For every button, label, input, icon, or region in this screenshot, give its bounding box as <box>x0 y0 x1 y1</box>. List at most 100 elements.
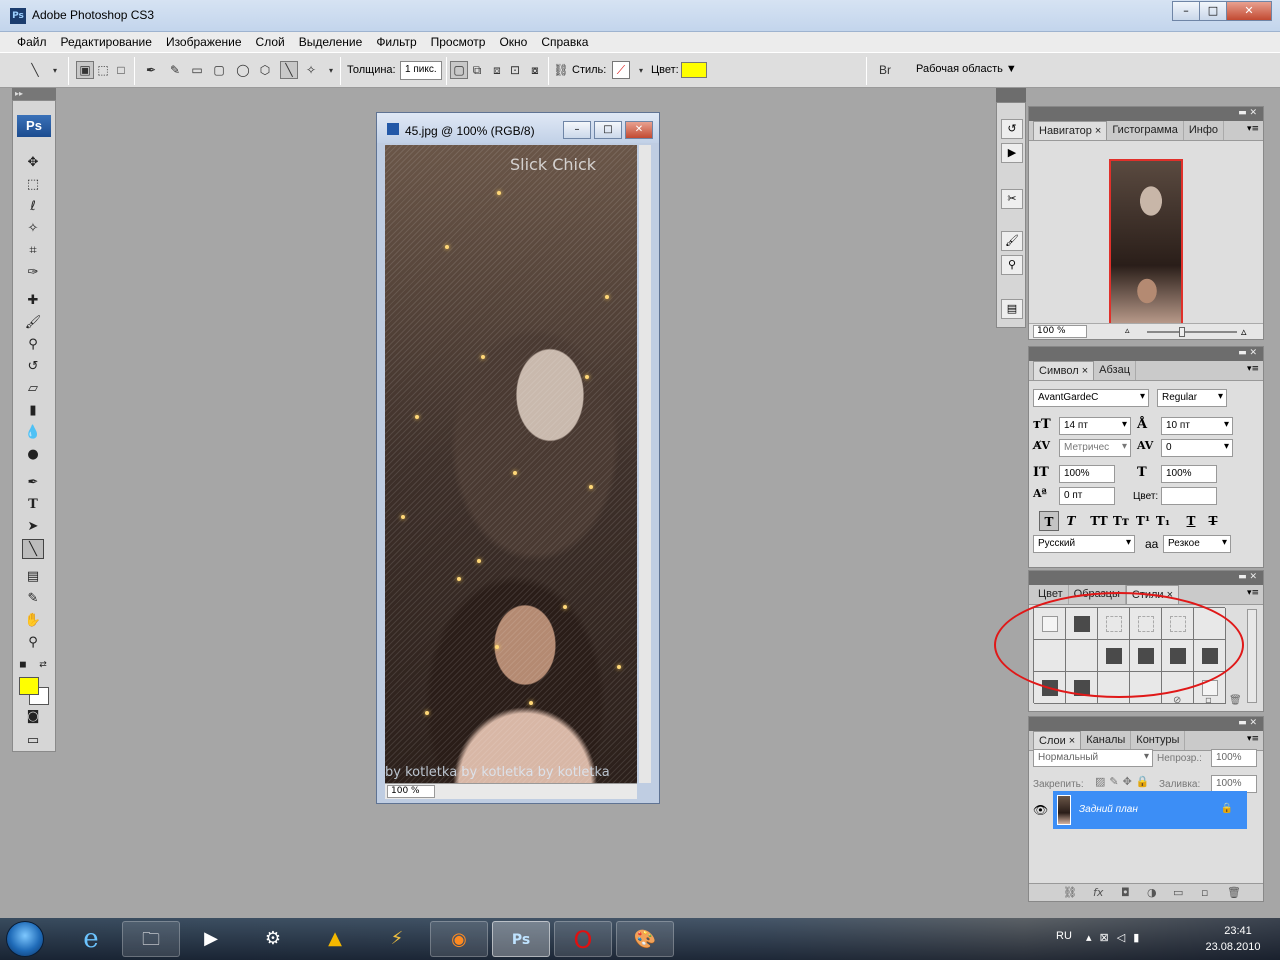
menu-window[interactable]: Окно <box>492 32 534 52</box>
leading-field[interactable]: 10 пт <box>1161 417 1233 435</box>
firefox-icon[interactable]: ◉ <box>430 921 488 957</box>
style-swatch[interactable] <box>1098 672 1130 704</box>
faux-bold-button[interactable]: T <box>1039 511 1059 531</box>
workspace-button[interactable]: Рабочая область ▼ <box>916 63 1017 75</box>
language-indicator[interactable]: RU <box>1056 930 1072 942</box>
ellipse-shape-icon[interactable]: ◯ <box>234 61 252 79</box>
tab-paths[interactable]: Контуры <box>1131 731 1186 750</box>
tab-navigator[interactable]: Навигатор × <box>1033 121 1108 140</box>
panel-menu-icon[interactable]: ▾≡ <box>1247 364 1259 374</box>
menu-layer[interactable]: Слой <box>249 32 292 52</box>
vertical-scale-field[interactable]: 100% <box>1059 465 1115 483</box>
font-family-select[interactable]: AvantGardeC <box>1033 389 1149 407</box>
minimize-button[interactable]: – <box>1172 1 1200 21</box>
styles-scrollbar[interactable] <box>1247 609 1257 703</box>
strikethrough-button[interactable]: T <box>1203 511 1223 531</box>
panel-menu-icon[interactable]: ▾≡ <box>1247 734 1259 744</box>
clock-time[interactable]: 23:41 <box>1210 925 1266 937</box>
paths-mode-icon[interactable]: ⬚ <box>94 61 112 79</box>
brush-tool-icon[interactable]: 🖌 <box>22 313 44 333</box>
faux-italic-button[interactable]: T <box>1061 511 1081 531</box>
navigator-thumbnail[interactable] <box>1109 159 1183 337</box>
font-style-select[interactable]: Regular <box>1157 389 1227 407</box>
antialias-select[interactable]: Резкое <box>1163 535 1231 553</box>
preset-dropdown-icon[interactable]: ▾ <box>46 61 64 79</box>
style-none-swatch-icon[interactable]: ⟋ <box>612 61 630 79</box>
shape-layers-icon[interactable]: ▣ <box>76 61 94 79</box>
swap-colors-icon[interactable]: ⇄ <box>37 655 49 675</box>
adjustment-layer-icon[interactable]: ◑ <box>1147 886 1157 899</box>
underline-button[interactable]: T <box>1181 511 1201 531</box>
aimp-icon[interactable]: ▲ <box>306 921 364 957</box>
hand-tool-icon[interactable]: ✋ <box>22 611 44 631</box>
delete-style-icon[interactable]: 🗑 <box>1229 695 1242 706</box>
style-swatch[interactable] <box>1194 640 1226 672</box>
tab-styles[interactable]: Стили × <box>1125 585 1180 604</box>
style-swatch[interactable] <box>1098 640 1130 672</box>
new-shape-layer-icon[interactable]: ▢ <box>450 61 468 79</box>
line-tool-icon[interactable]: ╲ <box>22 539 44 559</box>
delete-layer-icon[interactable]: 🗑 <box>1227 886 1241 899</box>
language-select[interactable]: Русский <box>1033 535 1135 553</box>
clear-style-icon[interactable]: ⊘ <box>1173 695 1181 706</box>
style-dropdown-icon[interactable]: ▾ <box>632 61 650 79</box>
media-player-icon[interactable]: ▶ <box>182 921 240 957</box>
document-vertical-scrollbar[interactable] <box>639 145 651 783</box>
line-shape-icon[interactable]: ╲ <box>280 61 298 79</box>
fx-icon[interactable]: fx <box>1093 886 1103 899</box>
style-swatch[interactable] <box>1194 608 1226 640</box>
custom-shape-icon[interactable]: ✧ <box>302 61 320 79</box>
brushes-panel-icon[interactable]: 🖌 <box>1001 231 1023 251</box>
lock-options-icon[interactable]: ▨✎✥🔒 <box>1095 775 1154 788</box>
baseline-shift-field[interactable]: 0 пт <box>1059 487 1115 505</box>
subtract-shape-icon[interactable]: ⧈ <box>488 61 506 79</box>
tab-layers[interactable]: Слои × <box>1033 731 1082 750</box>
link-style-icon[interactable]: ⛓ <box>552 61 570 79</box>
font-size-field[interactable]: 14 пт <box>1059 417 1131 435</box>
opera-icon[interactable]: O <box>554 921 612 957</box>
foreground-color-swatch[interactable] <box>19 677 39 695</box>
style-swatch[interactable] <box>1130 672 1162 704</box>
settings-gear-icon[interactable]: ⚙ <box>244 921 302 957</box>
new-layer-icon[interactable]: ▫ <box>1201 886 1208 899</box>
zoom-slider[interactable] <box>1147 331 1237 333</box>
zoom-slider-knob[interactable] <box>1179 327 1185 337</box>
zoom-out-icon[interactable]: ▵ <box>1125 326 1130 336</box>
menu-filter[interactable]: Фильтр <box>369 32 423 52</box>
file-explorer-icon[interactable]: 🗀 <box>122 921 180 957</box>
zoom-in-icon[interactable]: ▵ <box>1241 325 1247 338</box>
tab-histogram[interactable]: Гистограмма <box>1107 121 1184 140</box>
dock-header[interactable] <box>996 88 1026 102</box>
healing-brush-icon[interactable]: ✚ <box>22 291 44 311</box>
clone-stamp-icon[interactable]: ⚲ <box>22 335 44 355</box>
document-titlebar[interactable]: 45.jpg @ 100% (RGB/8) – □ ✕ <box>377 113 659 143</box>
panel-menu-icon[interactable]: ▾≡ <box>1247 588 1259 598</box>
doc-maximize-button[interactable]: □ <box>594 121 622 139</box>
all-caps-button[interactable]: TT <box>1089 511 1109 531</box>
paint-icon[interactable]: 🎨 <box>616 921 674 957</box>
lasso-tool-icon[interactable]: ℓ <box>22 197 44 217</box>
navigator-zoom-field[interactable]: 100 % <box>1033 325 1087 338</box>
pen-tool-icon[interactable]: ✒ <box>142 61 160 79</box>
eyedropper-tool-icon[interactable]: ✎ <box>22 589 44 609</box>
link-layers-icon[interactable]: ⛓ <box>1063 886 1077 899</box>
rectangle-shape-icon[interactable]: ▭ <box>188 61 206 79</box>
exclude-shape-icon[interactable]: ⧇ <box>526 61 544 79</box>
style-swatch[interactable] <box>1034 672 1066 704</box>
freeform-pen-icon[interactable]: ✎ <box>166 61 184 79</box>
tab-paragraph[interactable]: Абзац <box>1094 361 1137 380</box>
eraser-tool-icon[interactable]: ▱ <box>22 379 44 399</box>
layer-row[interactable]: Задний план 🔒 <box>1053 791 1247 829</box>
weight-input[interactable]: 1 пикс. <box>400 61 442 80</box>
line-tool-preset-icon[interactable]: ╲ <box>26 61 44 79</box>
internet-explorer-icon[interactable]: e <box>62 921 120 957</box>
tab-color[interactable]: Цвет <box>1033 585 1069 604</box>
clone-source-icon[interactable]: ⚲ <box>1001 255 1023 275</box>
opacity-field[interactable]: 100% <box>1211 749 1257 767</box>
image-canvas[interactable]: Slick Chick by kotletka by kotletka by k… <box>385 145 637 783</box>
menu-view[interactable]: Просмотр <box>424 32 493 52</box>
style-swatch[interactable] <box>1162 640 1194 672</box>
style-swatch[interactable] <box>1066 640 1098 672</box>
path-selection-icon[interactable]: ➤ <box>22 517 44 537</box>
text-color-swatch[interactable] <box>1161 487 1217 505</box>
